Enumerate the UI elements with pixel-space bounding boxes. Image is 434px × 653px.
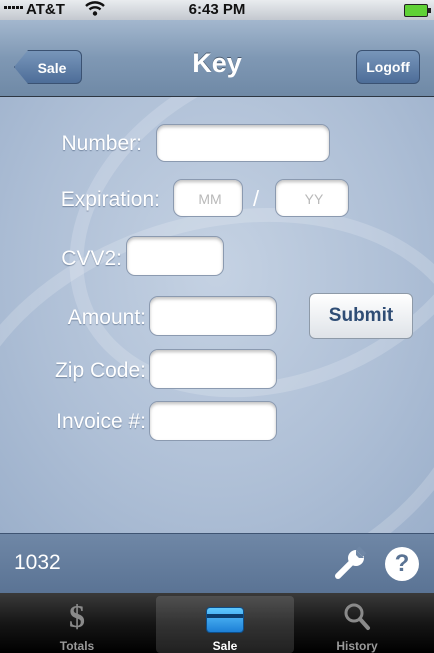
status-bar: AT&T 6:43 PM — [0, 0, 434, 20]
help-icon[interactable]: ? — [385, 547, 419, 581]
wrench-icon[interactable] — [332, 546, 368, 582]
expiration-year-field[interactable] — [275, 179, 352, 218]
credit-card-icon — [207, 608, 243, 632]
cvv-field[interactable] — [126, 236, 227, 277]
tab-label: Totals — [59, 639, 95, 653]
invoice-label: Invoice #: — [56, 410, 146, 433]
date-separator: / — [253, 186, 260, 211]
card-number-input[interactable] — [157, 125, 333, 163]
zip-code-field[interactable] — [149, 349, 280, 390]
search-icon — [343, 602, 371, 637]
terminal-id: 1032 — [14, 551, 61, 574]
expiration-year-input[interactable] — [276, 180, 352, 218]
card-entry-form: Number: Expiration: / CVV2: Amount: Subm… — [0, 97, 434, 533]
amount-field[interactable] — [149, 296, 280, 337]
clock: 6:43 PM — [188, 1, 246, 18]
tab-history[interactable]: History — [288, 596, 426, 653]
tab-totals[interactable]: $ Totals — [8, 596, 146, 653]
logoff-button[interactable]: Logoff — [356, 50, 420, 84]
invoice-input[interactable] — [150, 402, 280, 442]
cvv-input[interactable] — [127, 237, 227, 277]
battery-icon — [404, 4, 431, 17]
invoice-field[interactable] — [149, 401, 280, 442]
info-bar: 1032 ? — [0, 533, 434, 594]
card-number-field[interactable] — [156, 124, 333, 163]
tab-sale[interactable]: Sale — [156, 596, 294, 653]
zip-code-input[interactable] — [150, 350, 280, 390]
tab-label: History — [336, 639, 378, 653]
number-label: Number: — [61, 132, 142, 155]
submit-button[interactable]: Submit — [309, 293, 413, 339]
amount-label: Amount: — [67, 306, 146, 329]
expiration-month-input[interactable] — [174, 180, 246, 218]
dollar-icon: $ — [69, 598, 85, 634]
tab-bar: $ Totals Sale History — [0, 593, 434, 653]
expiration-month-field[interactable] — [173, 179, 246, 218]
cvv-label: CVV2: — [61, 247, 122, 270]
navigation-bar: Sale Key Logoff — [0, 20, 434, 97]
tab-label: Sale — [212, 639, 238, 653]
zip-code-label: Zip Code: — [54, 359, 146, 382]
expiration-label: Expiration: — [60, 188, 160, 211]
amount-input[interactable] — [150, 297, 280, 337]
